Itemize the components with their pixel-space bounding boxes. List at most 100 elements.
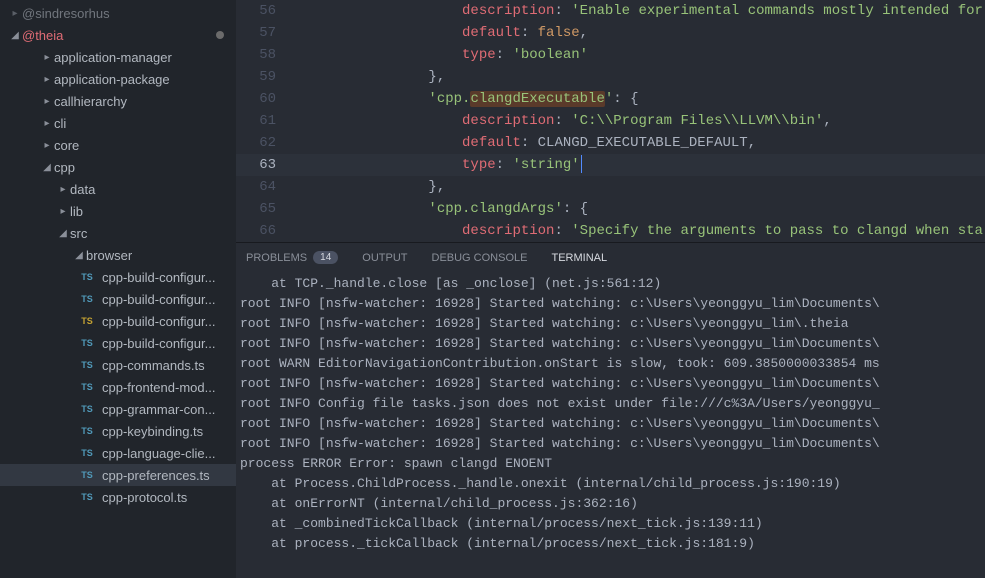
typescript-icon: TS — [78, 270, 96, 284]
tab-terminal[interactable]: TERMINAL — [551, 251, 607, 264]
typescript-icon: TS — [78, 380, 96, 394]
line-number: 61 — [236, 110, 294, 132]
tree-folder[interactable]: ▸lib — [0, 200, 236, 222]
problems-count-badge: 14 — [313, 251, 338, 264]
file-label: cpp-build-configur... — [102, 270, 215, 285]
folder-label: @theia — [22, 28, 63, 43]
tree-file[interactable]: TScpp-language-clie... — [0, 442, 236, 464]
code-content: type: 'boolean' — [294, 44, 588, 66]
chevron-down-icon: ◢ — [8, 30, 22, 41]
tree-folder[interactable]: ▸cli — [0, 112, 236, 134]
file-tree: ▸ @sindresorhus ◢ @theia ▸application-ma… — [0, 0, 236, 508]
tree-file[interactable]: TScpp-preferences.ts — [0, 464, 236, 486]
file-label: cpp-keybinding.ts — [102, 424, 203, 439]
tab-label: OUTPUT — [362, 252, 407, 264]
code-line[interactable]: 59 }, — [236, 66, 985, 88]
bottom-panel: PROBLEMS 14 OUTPUT DEBUG CONSOLE TERMINA… — [236, 242, 985, 578]
line-number: 57 — [236, 22, 294, 44]
tab-problems[interactable]: PROBLEMS 14 — [246, 251, 338, 264]
folder-label: cpp — [54, 160, 75, 175]
dirty-indicator-icon — [216, 31, 224, 39]
tree-folder[interactable]: ▸data — [0, 178, 236, 200]
tree-file[interactable]: TS cpp-commands.ts — [0, 354, 236, 376]
file-label: cpp-language-clie... — [102, 446, 215, 461]
code-line[interactable]: 66 description: 'Specify the arguments t… — [236, 220, 985, 242]
code-content: default: CLANGD_EXECUTABLE_DEFAULT, — [294, 132, 756, 154]
code-line[interactable]: 60 'cpp.clangdExecutable': { — [236, 88, 985, 110]
tree-folder-root[interactable]: ◢ @theia — [0, 24, 236, 46]
code-content: 'cpp.clangdArgs': { — [294, 198, 588, 220]
code-content: default: false, — [294, 22, 588, 44]
file-label: cpp-protocol.ts — [102, 490, 187, 505]
typescript-icon: TS — [78, 424, 96, 438]
terminal-output[interactable]: at TCP._handle.close [as _onclose] (net.… — [236, 270, 985, 558]
folder-label: application-package — [54, 72, 170, 87]
typescript-icon: TS — [78, 314, 96, 328]
file-label: cpp-commands.ts — [102, 358, 205, 373]
tree-file[interactable]: TS cpp-build-configur... — [0, 332, 236, 354]
file-label: cpp-build-configur... — [102, 292, 215, 307]
tree-file[interactable]: TS cpp-keybinding.ts — [0, 420, 236, 442]
tab-output[interactable]: OUTPUT — [362, 251, 407, 264]
code-content: 'cpp.clangdExecutable': { — [294, 88, 638, 110]
line-number: 66 — [236, 220, 294, 242]
code-line[interactable]: 64 }, — [236, 176, 985, 198]
folder-label: core — [54, 138, 79, 153]
chevron-right-icon: ▸ — [56, 184, 70, 195]
line-number: 63 — [236, 154, 294, 176]
file-label: cpp-build-configur... — [102, 336, 215, 351]
line-number: 62 — [236, 132, 294, 154]
folder-label: src — [70, 226, 87, 241]
code-content: description: 'Specify the arguments to p… — [294, 220, 983, 242]
code-line[interactable]: 61 description: 'C:\\Program Files\\LLVM… — [236, 110, 985, 132]
chevron-right-icon: ▸ — [56, 206, 70, 217]
tree-folder[interactable]: ◢cpp — [0, 156, 236, 178]
typescript-icon: TS — [78, 358, 96, 372]
chevron-right-icon: ▸ — [40, 96, 54, 107]
file-explorer-sidebar: ▸ @sindresorhus ◢ @theia ▸application-ma… — [0, 0, 236, 578]
tree-folder[interactable]: ▸application-package — [0, 68, 236, 90]
code-line[interactable]: 58 type: 'boolean' — [236, 44, 985, 66]
code-content: type: 'string' — [294, 154, 582, 176]
code-editor[interactable]: 56 description: 'Enable experimental com… — [236, 0, 985, 242]
folder-label: @sindresorhus — [22, 6, 110, 21]
tab-debug-console[interactable]: DEBUG CONSOLE — [432, 251, 528, 264]
tree-file[interactable]: TScpp-protocol.ts — [0, 486, 236, 508]
code-line[interactable]: 65 'cpp.clangdArgs': { — [236, 198, 985, 220]
tree-folder[interactable]: ◢src — [0, 222, 236, 244]
editor-pane: 56 description: 'Enable experimental com… — [236, 0, 985, 578]
file-label: cpp-grammar-con... — [102, 402, 215, 417]
code-line[interactable]: 63 type: 'string' — [236, 154, 985, 176]
tree-file[interactable]: TScpp-build-configur... — [0, 310, 236, 332]
typescript-icon: TS — [78, 336, 96, 350]
tree-file[interactable]: TScpp-grammar-con... — [0, 398, 236, 420]
folder-label: cli — [54, 116, 66, 131]
chevron-right-icon: ▸ — [8, 8, 22, 19]
chevron-down-icon: ◢ — [40, 162, 54, 173]
folder-label: lib — [70, 204, 83, 219]
tree-folder-top[interactable]: ▸ @sindresorhus — [0, 2, 236, 24]
code-line[interactable]: 57 default: false, — [236, 22, 985, 44]
file-label: cpp-frontend-mod... — [102, 380, 215, 395]
tree-folder[interactable]: ◢browser — [0, 244, 236, 266]
line-number: 58 — [236, 44, 294, 66]
line-number: 56 — [236, 0, 294, 22]
code-line[interactable]: 56 description: 'Enable experimental com… — [236, 0, 985, 22]
tab-label: PROBLEMS — [246, 252, 307, 264]
tree-folder[interactable]: ▸application-manager — [0, 46, 236, 68]
tab-label: DEBUG CONSOLE — [432, 252, 528, 264]
code-content: description: 'C:\\Program Files\\LLVM\\b… — [294, 110, 832, 132]
tree-folder[interactable]: ▸core — [0, 134, 236, 156]
chevron-right-icon: ▸ — [40, 118, 54, 129]
line-number: 60 — [236, 88, 294, 110]
text-cursor — [581, 155, 582, 173]
tree-file[interactable]: TScpp-build-configur... — [0, 288, 236, 310]
line-number: 59 — [236, 66, 294, 88]
line-number: 64 — [236, 176, 294, 198]
panel-tabs: PROBLEMS 14 OUTPUT DEBUG CONSOLE TERMINA… — [236, 243, 985, 270]
tree-file[interactable]: TS cpp-build-configur... — [0, 266, 236, 288]
tree-folder[interactable]: ▸callhierarchy — [0, 90, 236, 112]
tree-file[interactable]: TS cpp-frontend-mod... — [0, 376, 236, 398]
folder-label: callhierarchy — [54, 94, 127, 109]
code-line[interactable]: 62 default: CLANGD_EXECUTABLE_DEFAULT, — [236, 132, 985, 154]
